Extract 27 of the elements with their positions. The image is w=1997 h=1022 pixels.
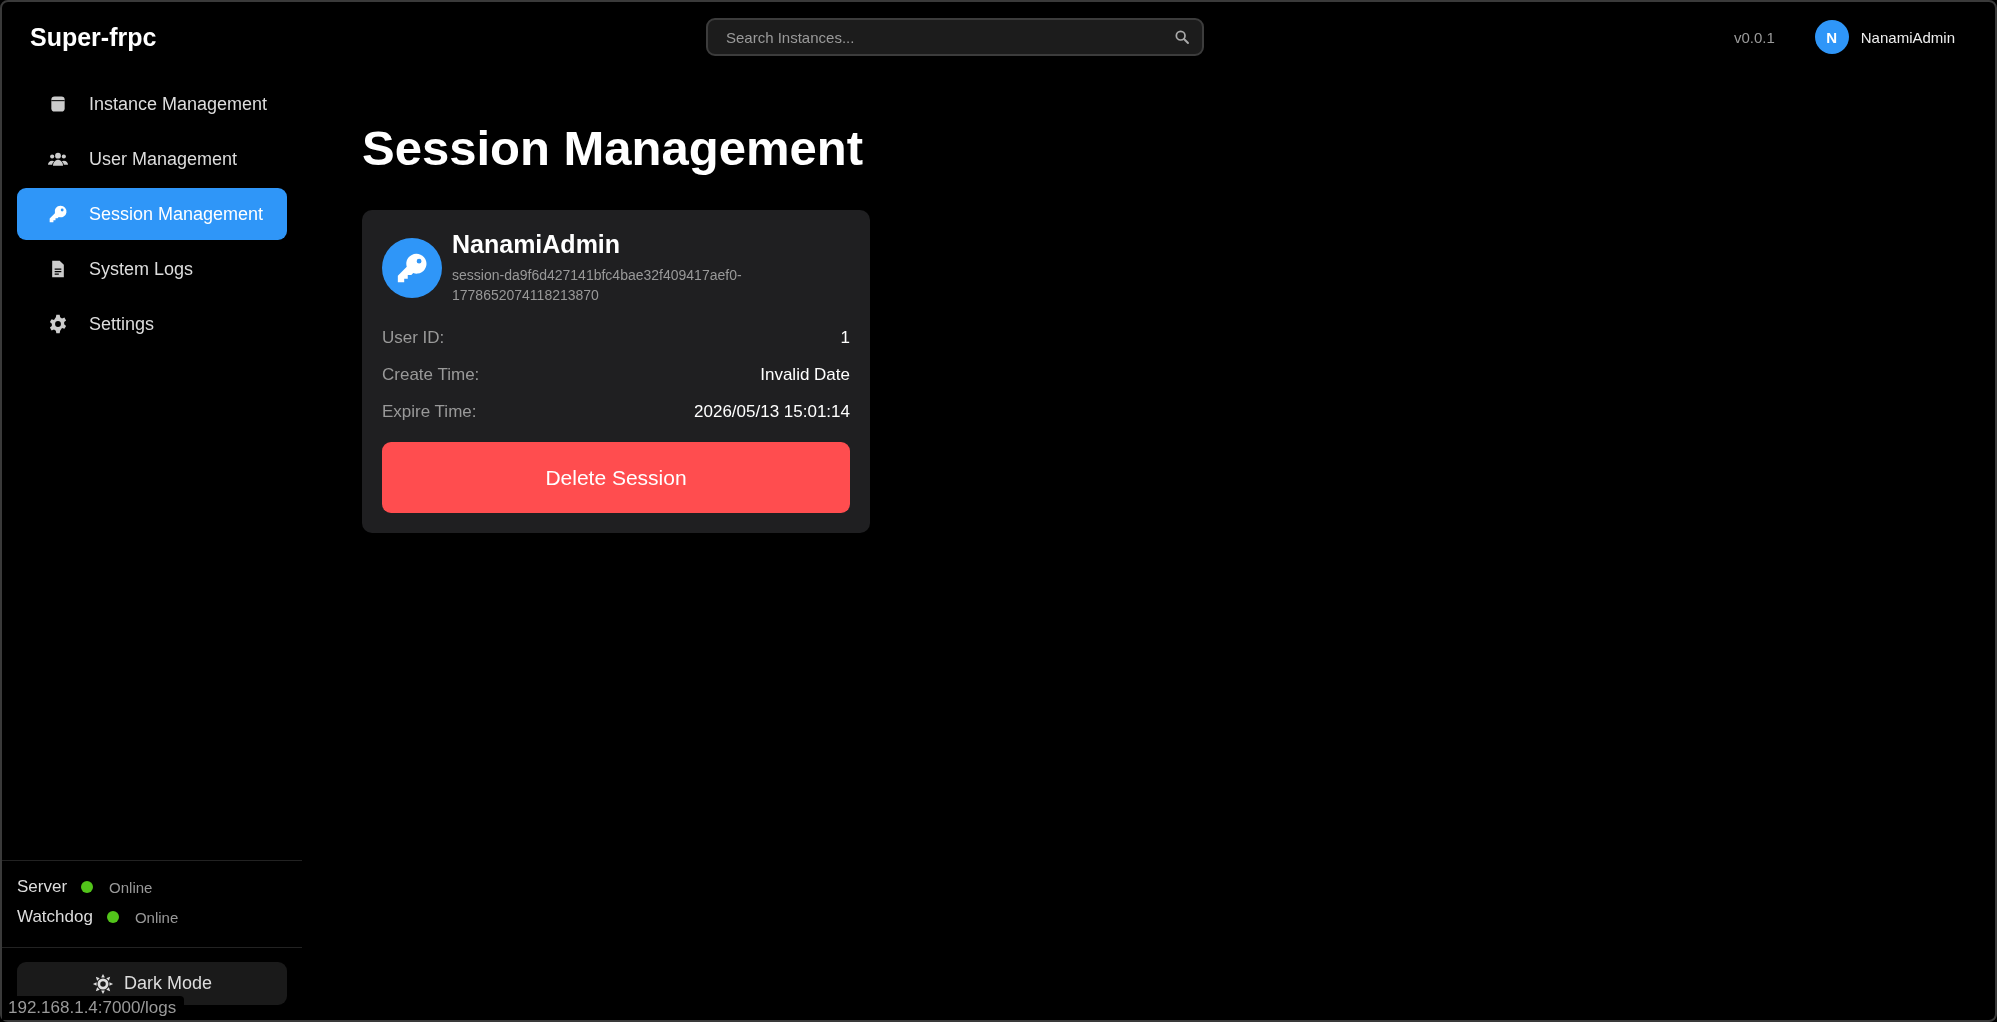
settings-icon xyxy=(47,314,69,334)
link-url-tooltip: 192.168.1.4:7000/logs xyxy=(2,996,185,1020)
sidebar-item[interactable]: Instance Management xyxy=(17,78,287,130)
field-label: Create Time: xyxy=(382,364,480,385)
user-name[interactable]: NanamiAdmin xyxy=(1860,28,1955,46)
service-status: Online xyxy=(134,908,179,926)
sun-icon xyxy=(92,972,114,995)
field-value: Invalid Date xyxy=(760,364,850,385)
app-logo: Super-frpc xyxy=(30,22,158,52)
search-icon xyxy=(1174,29,1190,45)
field-value: 2026/05/13 15:01:14 xyxy=(694,401,850,422)
sidebar-item[interactable]: User Management xyxy=(17,133,287,185)
sidebar-item[interactable]: System Logs xyxy=(17,243,287,295)
key-icon xyxy=(47,204,69,224)
field-value: 1 xyxy=(840,327,850,348)
version-label: v0.0.1 xyxy=(1733,28,1775,46)
field-label: User ID: xyxy=(382,327,445,348)
service-status: Online xyxy=(109,878,153,896)
service-name: Watchdog xyxy=(17,907,93,927)
key-icon xyxy=(395,251,429,285)
session-id: session-da9f6d427141bfc4bae32f409417aef0-1778652074118213870 xyxy=(452,266,743,305)
service-name: Server xyxy=(17,877,68,897)
search-field[interactable]: Search Instances... xyxy=(706,18,1204,56)
field-label: Expire Time: xyxy=(382,401,477,422)
session-user: NanamiAdmin xyxy=(452,230,622,259)
page-title: Session Management xyxy=(362,120,865,176)
sidebar-item[interactable]: Settings xyxy=(17,298,287,350)
